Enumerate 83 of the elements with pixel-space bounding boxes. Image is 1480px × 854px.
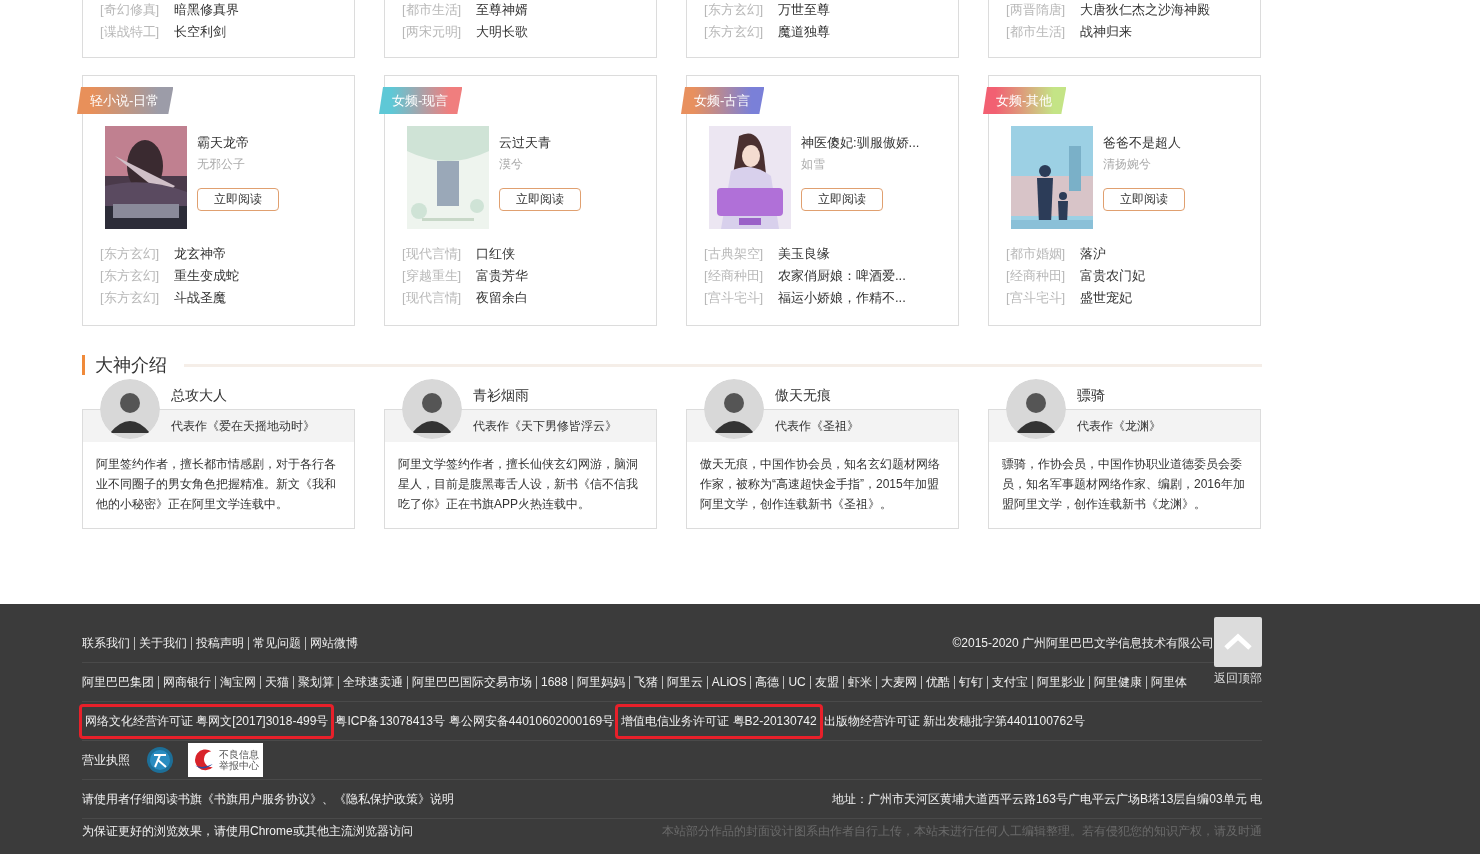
read-now-button[interactable]: 立即阅读 [1103,188,1185,211]
author-name: 漠兮 [499,156,523,173]
author-name[interactable]: 骠骑 [988,380,1261,409]
book-link[interactable]: 富贵农门妃 [1080,268,1145,283]
business-license-label[interactable]: 营业执照 [82,751,130,769]
partner-link[interactable]: 阿里影业 [1031,675,1089,689]
book-link[interactable]: 美玉良缘 [778,246,830,261]
book-link[interactable]: 农家俏厨娘：啤酒爱... [778,268,906,283]
book-link[interactable]: 大明长歌 [476,24,528,39]
author-name: 清扬婉兮 [1103,156,1151,173]
book-link[interactable]: 至尊神婿 [476,2,528,17]
book-link[interactable]: 夜留余白 [476,290,528,305]
author-bio: 阿里签约作者，擅长都市情感剧，对于各行各业不同圈子的男女角色把握精准。新文《我和他的小秘密》正在阿里文学连载中。 [95,456,337,513]
book-link[interactable]: 长空利剑 [174,24,226,39]
author-bio: 骠骑，作协会员，中国作协职业道德委员会委员，知名军事题材网络作家、编剧，2016年加盟阿里文学，创作连载新书《龙渊》。 [1001,456,1246,513]
author-name: 无邪公子 [197,156,245,173]
partner-link[interactable]: ALiOS [706,675,751,689]
book-link[interactable]: 魔道独尊 [778,24,830,39]
author-name: 如雪 [801,156,825,173]
partner-link[interactable]: 友盟 [809,675,843,689]
accent-bar [82,355,85,375]
partner-link[interactable]: 全球速卖通 [338,675,407,689]
footer-link[interactable]: 关于我们 [134,636,191,650]
agreement-text: 请使用者仔细阅读书旗《书旗用户服务协议》、《隐私保护政策》说明 [82,790,454,808]
book-link[interactable]: 斗战圣魔 [174,290,226,305]
partner-link[interactable]: 优酷 [920,675,954,689]
license-text: 粤公网安备44010602000169号 [448,712,615,730]
emblem-icon[interactable] [146,746,174,774]
partner-link[interactable]: 阿里巴巴集团 [82,675,158,689]
author-bio: 阿里文学签约作者，擅长仙侠玄幻网游，脑洞星人，目前是腹黑毒舌人设，新书《信不信我吃了你》正在书旗APP火热连载中。 [397,456,639,513]
partner-link[interactable]: UC [783,675,810,689]
partner-link[interactable]: 阿里巴巴国际交易市场 [407,675,536,689]
author-name[interactable]: 总攻大人 [82,380,355,409]
section-title: 大神介绍 [95,354,167,377]
partner-link[interactable]: 钉钉 [953,675,987,689]
book-link[interactable]: 口红侠 [476,246,515,261]
book-link[interactable]: 富贵芳华 [476,268,528,283]
book-link[interactable]: 福运小娇娘，作精不... [778,290,906,305]
book-title[interactable]: 爸爸不是超人 [1103,132,1181,154]
author-name[interactable]: 青衫烟雨 [384,380,657,409]
book-link[interactable]: 龙玄神帝 [174,246,226,261]
book-title[interactable]: 云过天青 [499,132,551,154]
partner-link[interactable]: 大麦网 [875,675,921,689]
partner-link[interactable]: 飞猪 [628,675,662,689]
partner-link[interactable]: 天猫 [260,675,293,689]
browser-note: 为保证更好的浏览效果，请使用Chrome或其他主流浏览器访问 [82,822,413,840]
partner-link[interactable]: 阿里健康 [1088,675,1146,689]
read-now-button[interactable]: 立即阅读 [801,188,883,211]
license-text: 出版物经营许可证 新出发穗批字第4401100762号 [823,712,1085,730]
report-center-badge[interactable]: 不良信息 举报中心 [188,743,263,777]
book-link[interactable]: 暗黑修真界 [174,2,239,17]
highlighted-license: 增值电信业务许可证 粤B2-20130742 [615,703,823,739]
partner-link[interactable]: 阿里体 [1145,675,1191,689]
book-title[interactable]: 霸天龙帝 [197,132,249,154]
book-link[interactable]: 万世至尊 [778,2,830,17]
address-text: 地址：广州市天河区黄埔大道西平云路163号广电平云广场B塔13层自编03单元 电 [831,790,1262,808]
partner-link[interactable]: 1688 [536,675,572,689]
copyright-text: ©2015-2020 广州阿里巴巴文学信息技术有限公司 [952,634,1214,652]
book-title[interactable]: 神医傻妃:驯服傲娇... [801,132,920,154]
partner-link[interactable]: 阿里云 [661,675,707,689]
book-link[interactable]: 战神归来 [1080,24,1132,39]
read-now-button[interactable]: 立即阅读 [197,188,279,211]
partner-link[interactable]: 淘宝网 [215,675,260,689]
footer-link[interactable]: 网站微博 [305,636,362,650]
book-link[interactable]: 落沪 [1080,246,1106,261]
partner-link[interactable]: 网商银行 [158,675,215,689]
author-name[interactable]: 傲天无痕 [686,380,959,409]
license-text: 粤ICP备13078413号 [335,712,445,730]
read-now-button[interactable]: 立即阅读 [499,188,581,211]
footer-link[interactable]: 常见问题 [248,636,305,650]
book-link[interactable]: 大唐狄仁杰之沙海神殿 [1080,2,1210,17]
partner-link[interactable]: 支付宝 [986,675,1032,689]
highlighted-license: 网络文化经营许可证 粤网文[2017]3018-499号 [79,703,335,739]
footer-link[interactable]: 投稿声明 [191,636,248,650]
partner-link[interactable]: 阿里妈妈 [571,675,629,689]
partner-link[interactable]: 聚划算 [293,675,338,689]
footer-link[interactable]: 联系我们 [82,636,134,650]
book-link[interactable]: 盛世宠妃 [1080,290,1132,305]
book-link[interactable]: 重生变成蛇 [174,268,239,283]
partner-link[interactable]: 高德 [750,675,784,689]
partner-link[interactable]: 虾米 [842,675,876,689]
back-to-top-label[interactable]: 返回顶部 [1214,670,1262,687]
author-bio: 傲天无痕，中国作协会员，知名玄幻题材网络作家，被称为“高速超快金手指”，2015年加盟阿里文学，创作连载新书《圣祖》。 [699,456,941,513]
